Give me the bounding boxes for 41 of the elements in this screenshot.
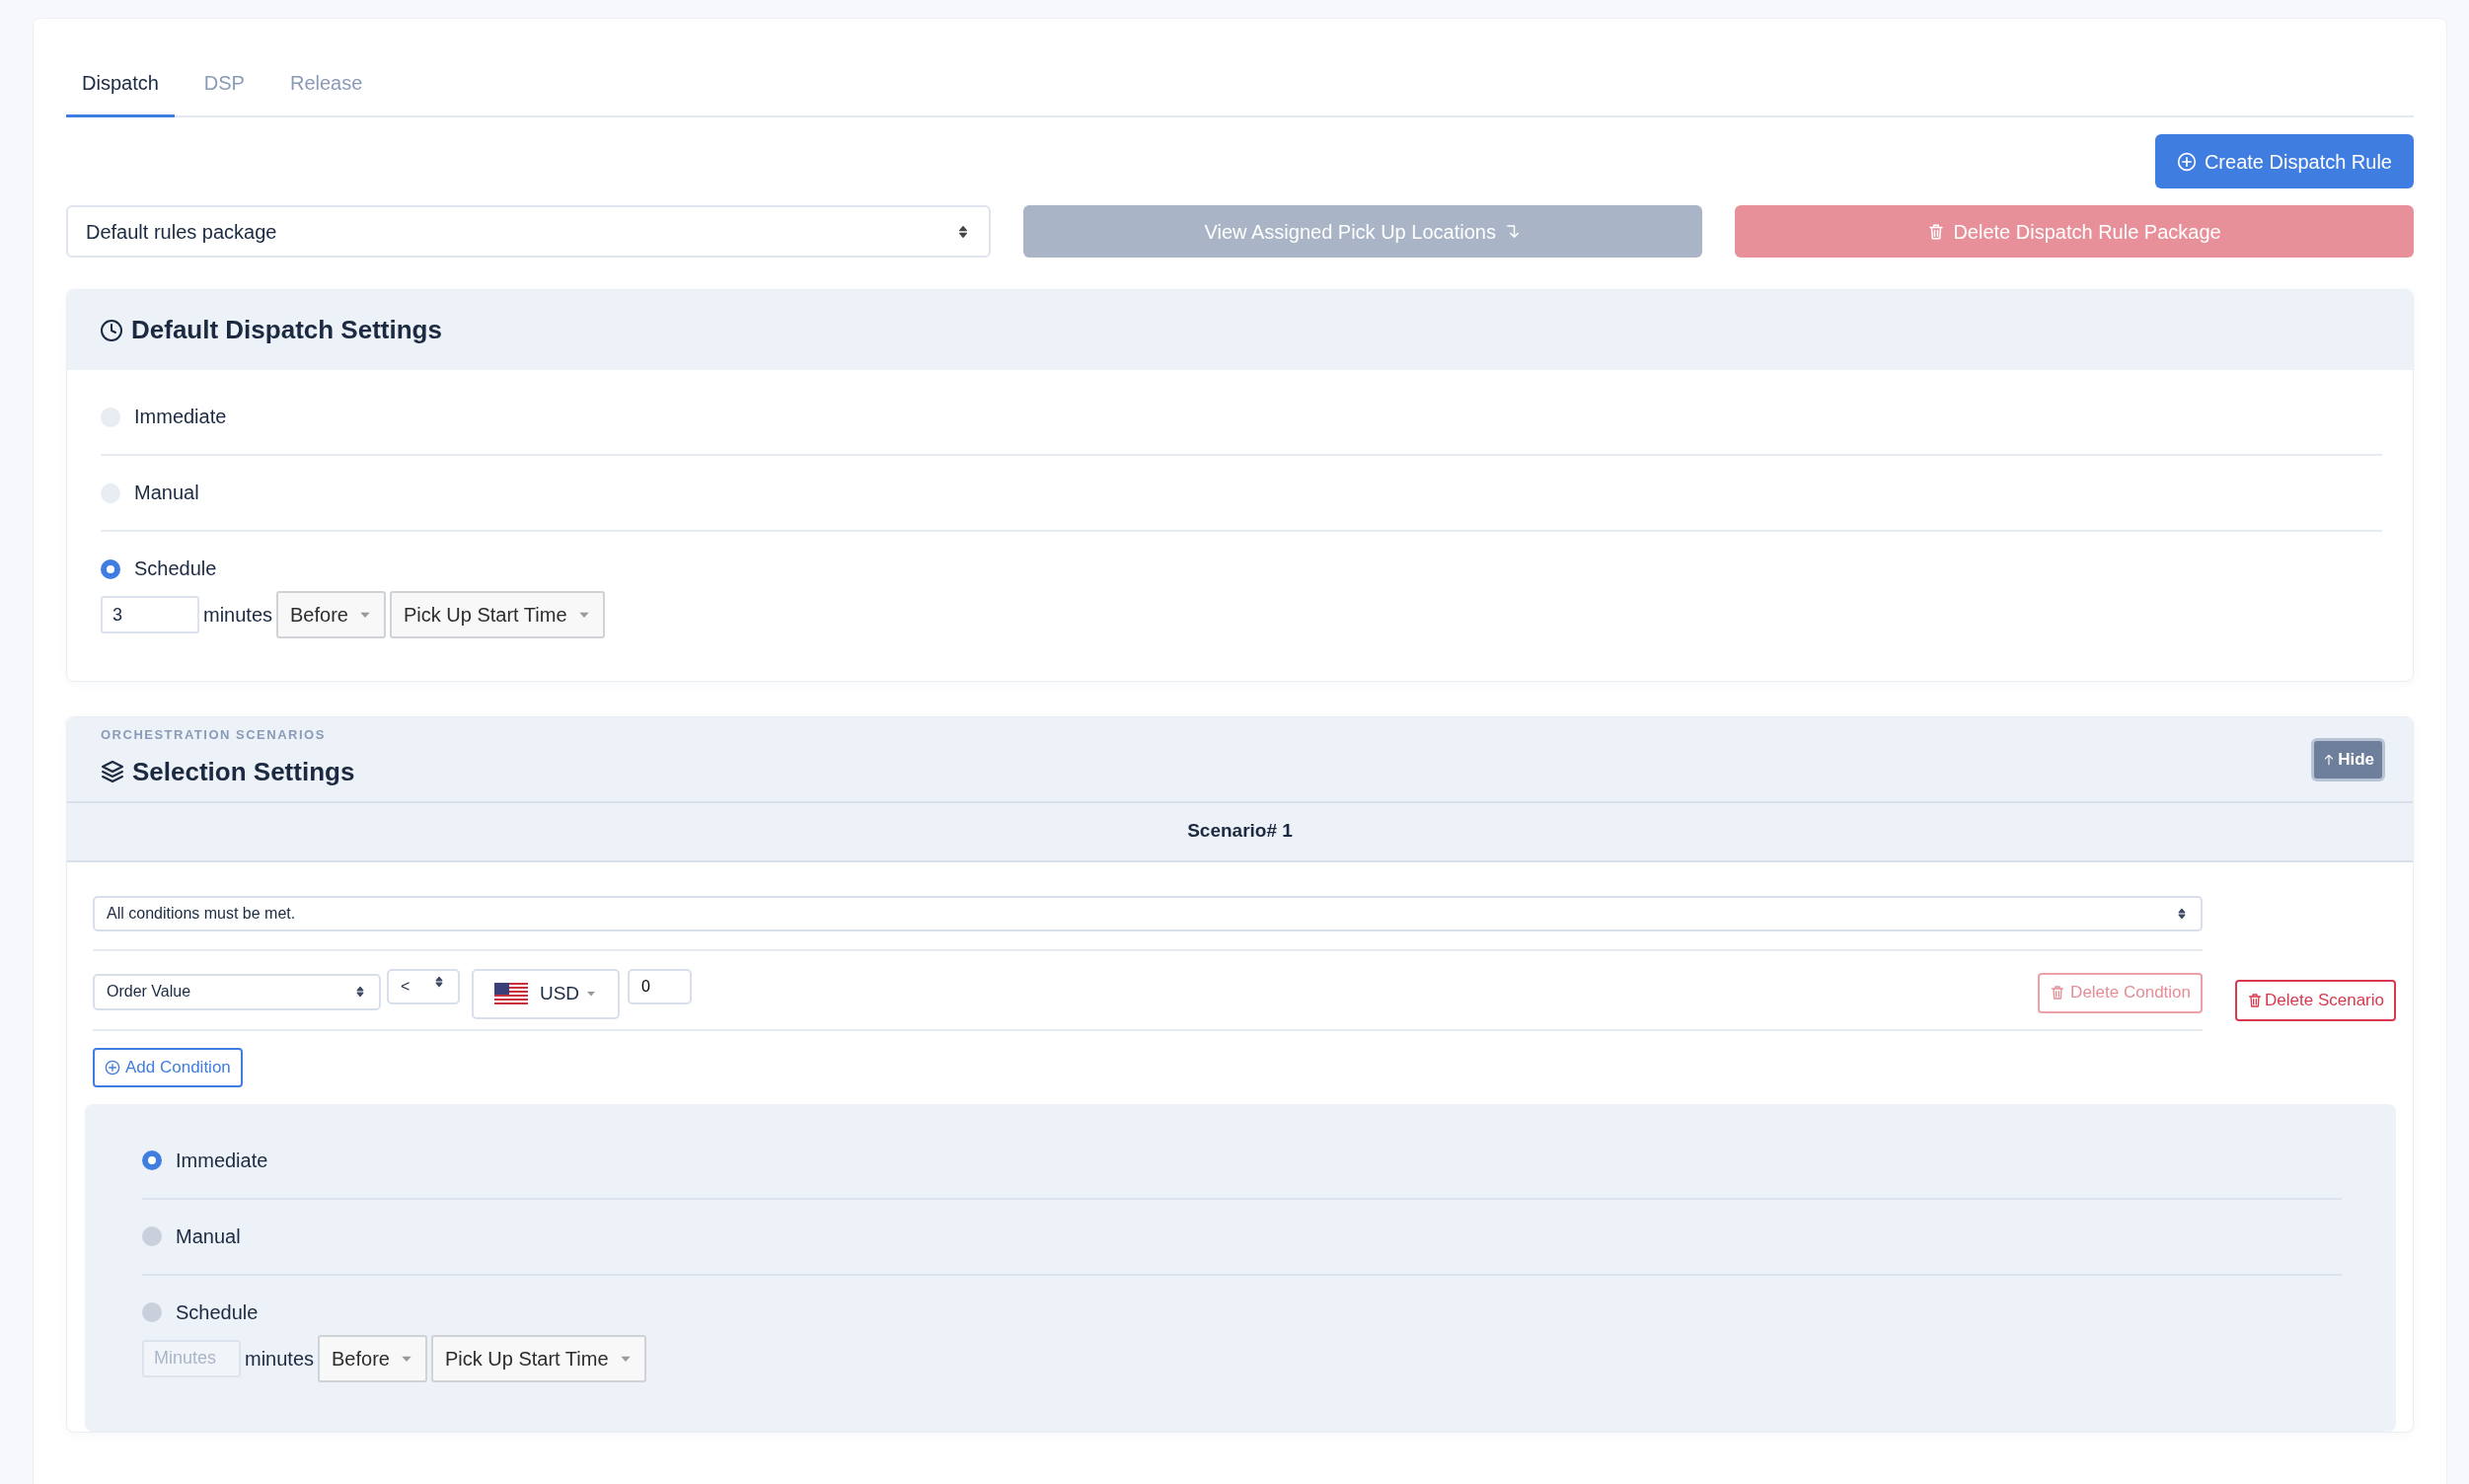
radio-button[interactable] xyxy=(101,558,120,579)
radio-label: Manual xyxy=(134,481,199,505)
radio-button[interactable] xyxy=(142,1226,162,1247)
radio-button[interactable] xyxy=(142,1150,162,1171)
dropdown-button[interactable]: Pick Up Start Time xyxy=(389,591,605,638)
dropdown-button[interactable]: Before xyxy=(318,1334,427,1382)
radio-button[interactable] xyxy=(142,1302,162,1323)
trash-icon xyxy=(2247,992,2264,1008)
tab[interactable]: Dispatch xyxy=(66,51,175,117)
create-rule-button[interactable]: Create Dispatch Rule xyxy=(2154,134,2414,188)
layers-icon xyxy=(101,760,124,784)
unit-label: minutes xyxy=(203,603,273,628)
amount-field[interactable]: 0 xyxy=(628,968,692,1004)
dropdown-button[interactable]: Before xyxy=(276,591,386,638)
currency-select[interactable]: USD xyxy=(472,968,620,1019)
delete-scenario-button[interactable]: Delete Scenario xyxy=(2235,979,2396,1021)
unit-label: minutes xyxy=(245,1346,315,1372)
package-select[interactable]: Default rules package xyxy=(66,205,992,258)
radio-label: Immediate xyxy=(176,1148,268,1173)
add-condition-button[interactable]: Add Condition xyxy=(93,1047,243,1087)
clock-icon xyxy=(100,318,123,342)
card-title: Default Dispatch Settings xyxy=(131,314,442,346)
radio-label: Schedule xyxy=(176,1299,259,1325)
scenario-header: Scenario# 1 xyxy=(67,800,2413,862)
trash-icon xyxy=(2050,985,2066,1002)
dropdown-button[interactable]: Pick Up Start Time xyxy=(430,1334,646,1382)
card-title: Selection Settings xyxy=(132,756,355,787)
minutes-field[interactable]: 3 xyxy=(101,596,199,633)
radio-label: Schedule xyxy=(134,556,217,581)
plus-circle-icon xyxy=(2176,151,2197,172)
flag-icon xyxy=(493,983,528,1005)
hide-button[interactable]: Hide xyxy=(2311,738,2385,781)
section-eyebrow: ORCHESTRATION SCENARIOS xyxy=(101,726,327,744)
field-select[interactable]: Order Value xyxy=(93,973,381,1010)
plus-circle-icon xyxy=(105,1059,120,1076)
operator-select[interactable]: < xyxy=(387,968,460,1004)
radio-label: Immediate xyxy=(134,405,227,429)
match-select[interactable]: All conditions must be met. xyxy=(93,895,2204,931)
trash-icon xyxy=(1927,222,1946,241)
radio-label: Manual xyxy=(176,1224,241,1249)
minutes-field[interactable]: Minutes xyxy=(142,1339,241,1377)
